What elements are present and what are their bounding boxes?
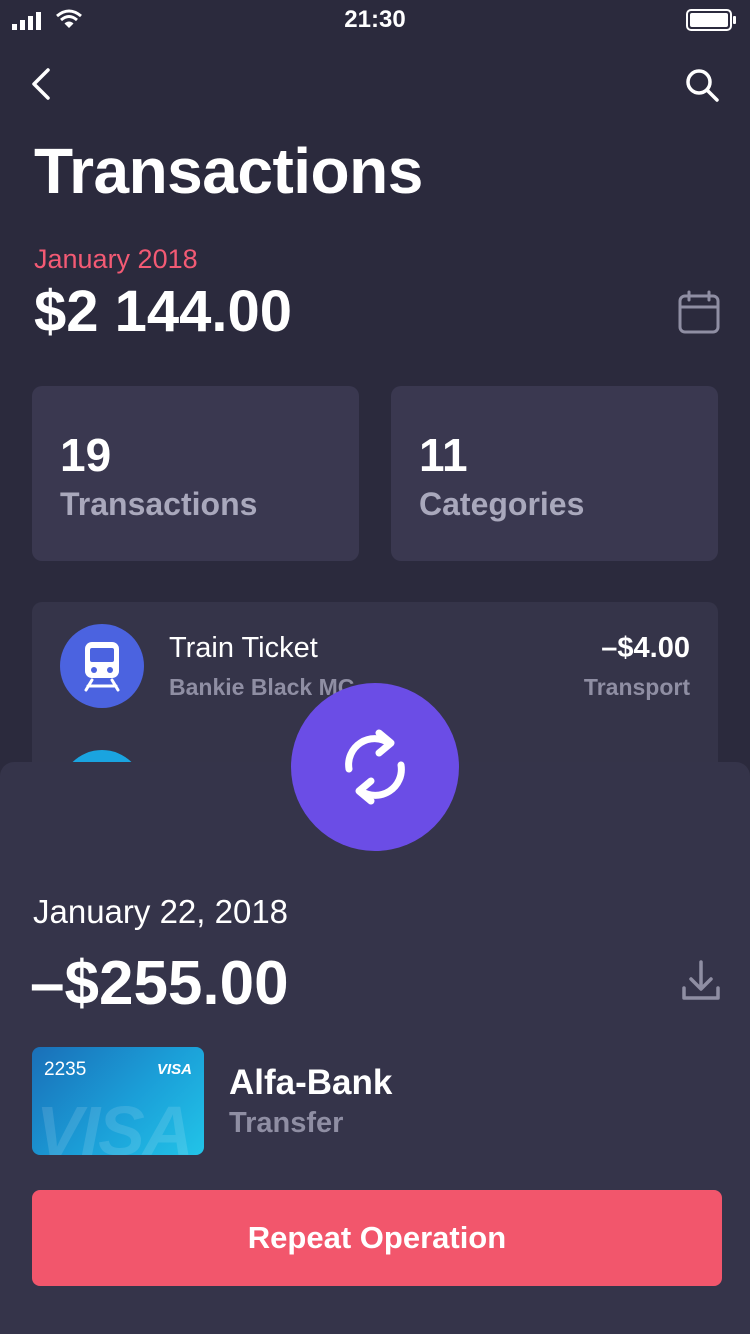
detail-amount: –$255.00 (30, 949, 289, 1018)
transactions-stat-card[interactable]: 19 Transactions (32, 386, 359, 561)
download-icon[interactable] (680, 958, 722, 1004)
search-icon[interactable] (682, 66, 722, 106)
status-bar: 21:30 (0, 0, 750, 40)
total-amount: $2 144.00 (34, 279, 293, 344)
card-number: 2235 (44, 1059, 87, 1080)
visa-logo-watermark: VISA (36, 1092, 193, 1155)
categories-stat-label: Categories (419, 486, 585, 522)
train-icon (60, 624, 144, 708)
categories-count: 11 (419, 429, 468, 481)
transaction-amount: –$4.00 (601, 632, 690, 664)
payment-card: 2235 VISA VISA (32, 1047, 204, 1155)
repeat-operation-button[interactable]: Repeat Operation (32, 1190, 722, 1286)
status-time: 21:30 (344, 6, 406, 33)
bank-name: Alfa-Bank (229, 1063, 393, 1102)
period-label[interactable]: January 2018 (34, 244, 198, 275)
transaction-category: Transport (583, 674, 690, 700)
page-title: Transactions (34, 135, 423, 207)
transaction-name: Train Ticket (169, 632, 318, 664)
card-brand: VISA (156, 1061, 192, 1078)
categories-stat-card[interactable]: 11 Categories (391, 386, 718, 561)
transactions-count: 19 (60, 429, 112, 481)
battery-icon (686, 9, 736, 31)
detail-date: January 22, 2018 (33, 893, 289, 930)
back-icon[interactable] (26, 66, 60, 102)
operation-type: Transfer (229, 1107, 344, 1139)
transactions-stat-label: Transactions (60, 486, 258, 522)
repeat-icon[interactable] (291, 683, 459, 851)
calendar-icon[interactable] (676, 290, 722, 336)
